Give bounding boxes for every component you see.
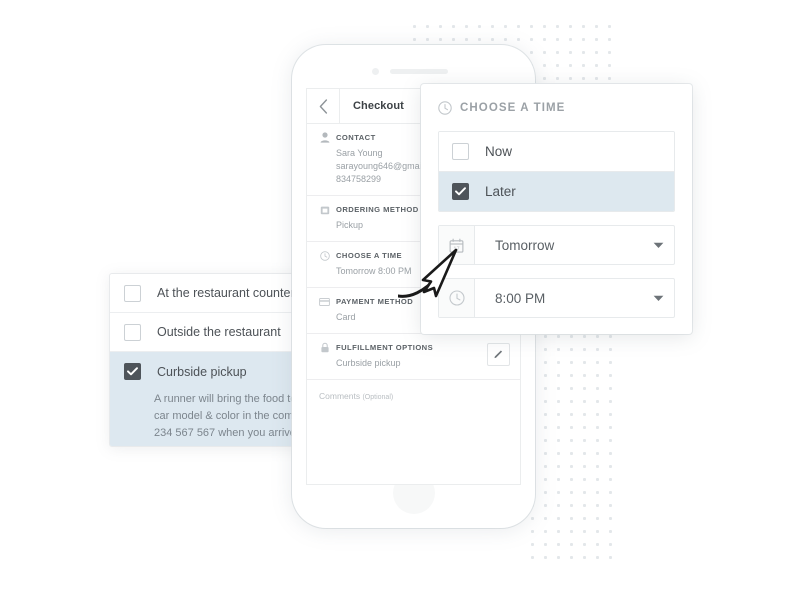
checkbox-unchecked-icon[interactable] <box>452 143 469 160</box>
choice-now-label: Now <box>485 144 513 159</box>
fulfillment-option-header[interactable]: Curbside pickup <box>110 352 316 391</box>
phone-speaker <box>390 69 448 74</box>
comments-label: Comments <box>319 391 361 402</box>
choice-now[interactable]: Now <box>439 132 674 171</box>
checkbox-checked-icon[interactable] <box>452 183 469 200</box>
comments-optional-label: (Optional) <box>362 394 394 402</box>
clock-icon <box>319 250 330 261</box>
time-select[interactable]: 8:00 PM <box>438 278 675 318</box>
dialog-title: CHOOSE A TIME <box>460 102 566 114</box>
calendar-icon: 17 <box>439 226 475 264</box>
time-value: 8:00 PM <box>495 290 546 306</box>
checkbox-checked-icon[interactable] <box>124 363 141 380</box>
fulfillment-option-row-1[interactable]: Outside the restaurant <box>110 313 316 352</box>
section-label: CONTACT <box>336 133 376 142</box>
phone-camera <box>372 68 379 75</box>
page-title: Checkout <box>353 100 404 112</box>
lock-icon <box>319 342 330 353</box>
checkbox-unchecked-icon[interactable] <box>124 284 141 302</box>
choice-later[interactable]: Later <box>439 171 674 211</box>
comments-field[interactable]: Comments (Optional) <box>307 380 520 484</box>
fulfillment-option-label: At the restaurant counter <box>157 286 295 300</box>
fulfillment-option-description-line-2: 234 567 567 when you arrive. <box>154 427 299 440</box>
section-label: PAYMENT METHOD <box>336 297 414 307</box>
time-choice-list: Now Later <box>438 131 675 212</box>
caret-down-icon[interactable] <box>642 279 674 317</box>
person-icon <box>319 132 330 143</box>
date-value: Tomorrow <box>495 237 555 253</box>
caret-down-icon[interactable] <box>642 226 674 264</box>
section-fulfillment-options: FULFILLMENT OPTIONS Curbside pickup <box>307 334 520 381</box>
fulfillment-option-description-line-0: A runner will bring the food to you. Ent… <box>154 393 316 405</box>
section-label: CHOOSE A TIME <box>336 251 403 261</box>
fulfillment-option-label: Curbside pickup <box>157 364 247 379</box>
svg-text:17: 17 <box>453 246 459 252</box>
comments-placeholder: Comments (Optional) <box>319 391 393 401</box>
section-header: FULFILLMENT OPTIONS <box>319 342 508 353</box>
chevron-left-icon <box>319 98 328 114</box>
section-label: FULFILLMENT OPTIONS <box>336 343 434 353</box>
fulfillment-options-card: At the restaurant counter Outside the re… <box>109 273 317 447</box>
edit-button[interactable] <box>487 343 510 367</box>
pencil-icon <box>493 348 504 361</box>
bag-icon <box>319 204 330 215</box>
back-button[interactable] <box>307 89 340 123</box>
fulfillment-options-value: Curbside pickup <box>336 358 401 369</box>
clock-icon <box>439 279 475 317</box>
section-label: ORDERING METHOD <box>336 205 419 215</box>
dialog-header: CHOOSE A TIME <box>421 84 692 115</box>
fulfillment-option-description-line-1: car model & color in the comments or cal… <box>154 410 316 423</box>
card-icon <box>319 296 330 307</box>
screenshot-stage: At the restaurant counter Outside the re… <box>0 0 800 600</box>
clock-icon <box>438 101 452 115</box>
fulfillment-option-row-2[interactable]: Curbside pickup A runner will bring the … <box>110 352 316 446</box>
dot-grid-right <box>524 328 614 568</box>
date-select[interactable]: 17 Tomorrow <box>438 225 675 265</box>
checkbox-unchecked-icon[interactable] <box>124 323 141 341</box>
choose-a-time-dialog: CHOOSE A TIME Now Later 17 Tomorrow 8:00… <box>421 84 692 334</box>
fulfillment-option-label: Outside the restaurant <box>157 325 281 339</box>
choice-later-label: Later <box>485 184 516 199</box>
fulfillment-option-row-0[interactable]: At the restaurant counter <box>110 274 316 313</box>
